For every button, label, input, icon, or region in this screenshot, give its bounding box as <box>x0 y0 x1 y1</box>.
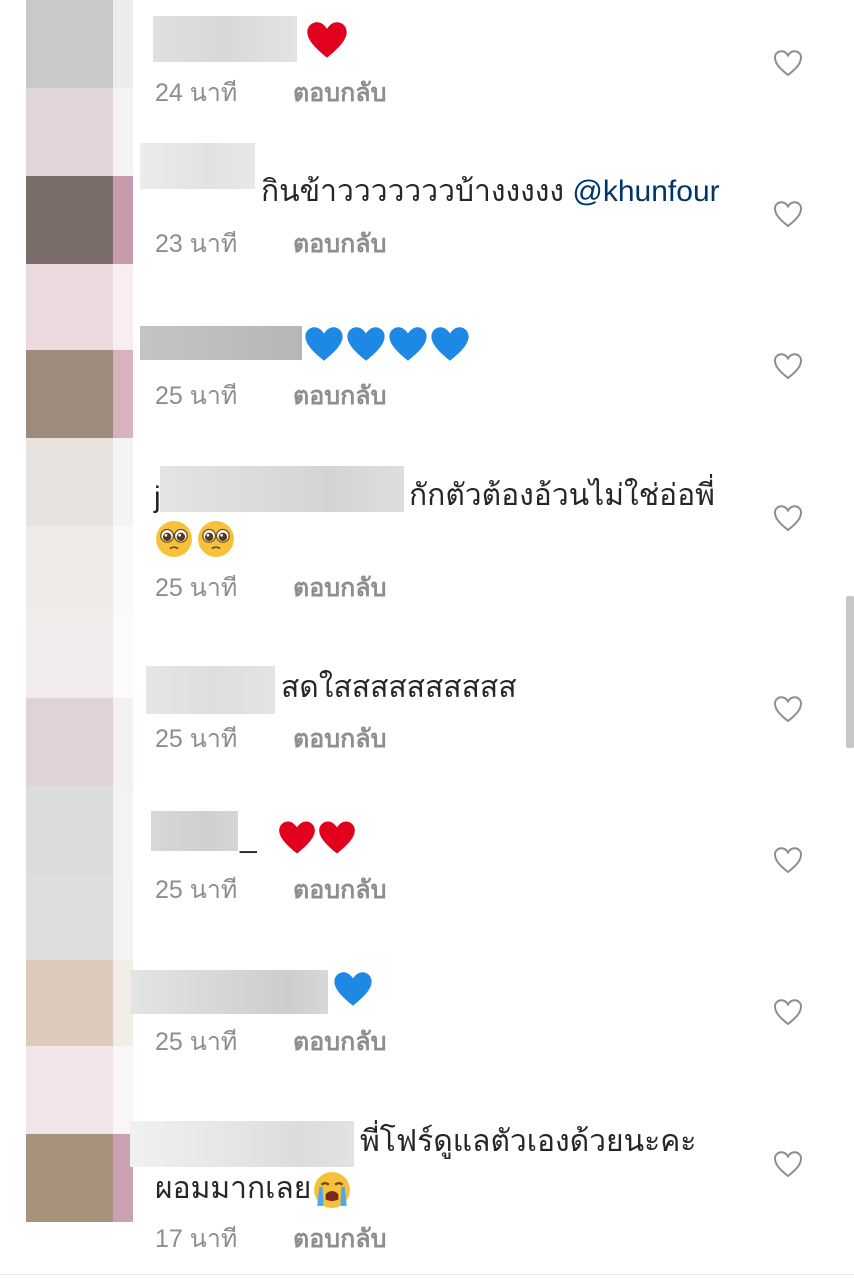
like-heart-icon[interactable] <box>773 504 803 532</box>
like-heart-icon[interactable] <box>773 998 803 1026</box>
mention-link[interactable]: @khunfour <box>572 175 719 208</box>
comment-time: 25 นาที <box>155 574 238 602</box>
red-heart-icon <box>319 821 355 854</box>
reply-button[interactable]: ตอบกลับ <box>293 78 386 108</box>
scrollbar[interactable] <box>846 596 854 748</box>
reply-button[interactable]: ตอบกลับ <box>293 573 386 603</box>
comment-time: 25 นาที <box>155 876 238 904</box>
divider <box>0 1274 854 1275</box>
like-heart-icon[interactable] <box>773 1150 803 1178</box>
comment-emoji <box>333 970 373 1007</box>
blurred-username <box>151 811 238 851</box>
reply-button[interactable]: ตอบกลับ <box>293 1224 386 1254</box>
reply-button[interactable]: ตอบกลับ <box>293 1027 386 1057</box>
blue-heart-icon <box>334 972 372 1006</box>
comment-body: _ <box>240 821 257 854</box>
comment-body: กินข้าวววววววบ้างงงงง <box>261 175 573 208</box>
blue-heart-icon <box>389 327 427 361</box>
blurred-username <box>140 326 302 360</box>
blue-heart-icon <box>347 327 385 361</box>
avatar-column <box>26 0 133 1222</box>
blurred-username <box>153 16 297 62</box>
red-heart-icon <box>279 821 315 854</box>
blurred-username <box>131 970 328 1014</box>
comment-time: 25 นาที <box>155 725 238 753</box>
comment-emoji <box>304 325 470 362</box>
blurred-username <box>130 1121 354 1167</box>
red-heart-icon <box>307 22 347 58</box>
blurred-username <box>146 666 275 714</box>
comment-body: สดใสสสสสสสสสส <box>281 671 517 704</box>
reply-button[interactable]: ตอบกลับ <box>293 724 386 754</box>
comment-time: 25 นาที <box>155 1028 238 1056</box>
crying-face-icon <box>314 1172 351 1209</box>
comment-body-continued: ผอมมากเลย <box>155 1172 312 1205</box>
comment-time: 23 นาที <box>155 230 238 258</box>
comment-emoji <box>306 21 348 59</box>
comment-body: กักตัวต้องอ้วนไม่ใช่อ่อพี่ <box>409 479 715 512</box>
comment-time: 25 นาที <box>155 382 238 410</box>
comment-emoji <box>155 520 235 558</box>
like-heart-icon[interactable] <box>773 695 803 723</box>
comment-body-line2: ผอมมากเลย <box>155 1171 351 1209</box>
comment-emoji <box>278 818 356 855</box>
comment-time: 17 นาที <box>155 1225 238 1253</box>
like-heart-icon[interactable] <box>773 352 803 380</box>
comment-text: กินข้าวววววววบ้างงงงง @khunfour <box>261 174 720 210</box>
blurred-username <box>140 143 255 189</box>
reply-button[interactable]: ตอบกลับ <box>293 875 386 905</box>
like-heart-icon[interactable] <box>773 49 803 77</box>
comment-time: 24 นาที <box>155 79 238 107</box>
blue-heart-icon <box>305 327 343 361</box>
reply-button[interactable]: ตอบกลับ <box>293 229 386 259</box>
comment-body: พี่โฟร์ดูแลตัวเองด้วยนะคะ <box>360 1125 697 1158</box>
pleading-face-icon <box>198 521 234 558</box>
blue-heart-icon <box>431 327 469 361</box>
blurred-username <box>160 466 404 512</box>
pleading-face-icon <box>156 521 192 558</box>
like-heart-icon[interactable] <box>773 846 803 874</box>
reply-button[interactable]: ตอบกลับ <box>293 381 386 411</box>
like-heart-icon[interactable] <box>773 200 803 228</box>
